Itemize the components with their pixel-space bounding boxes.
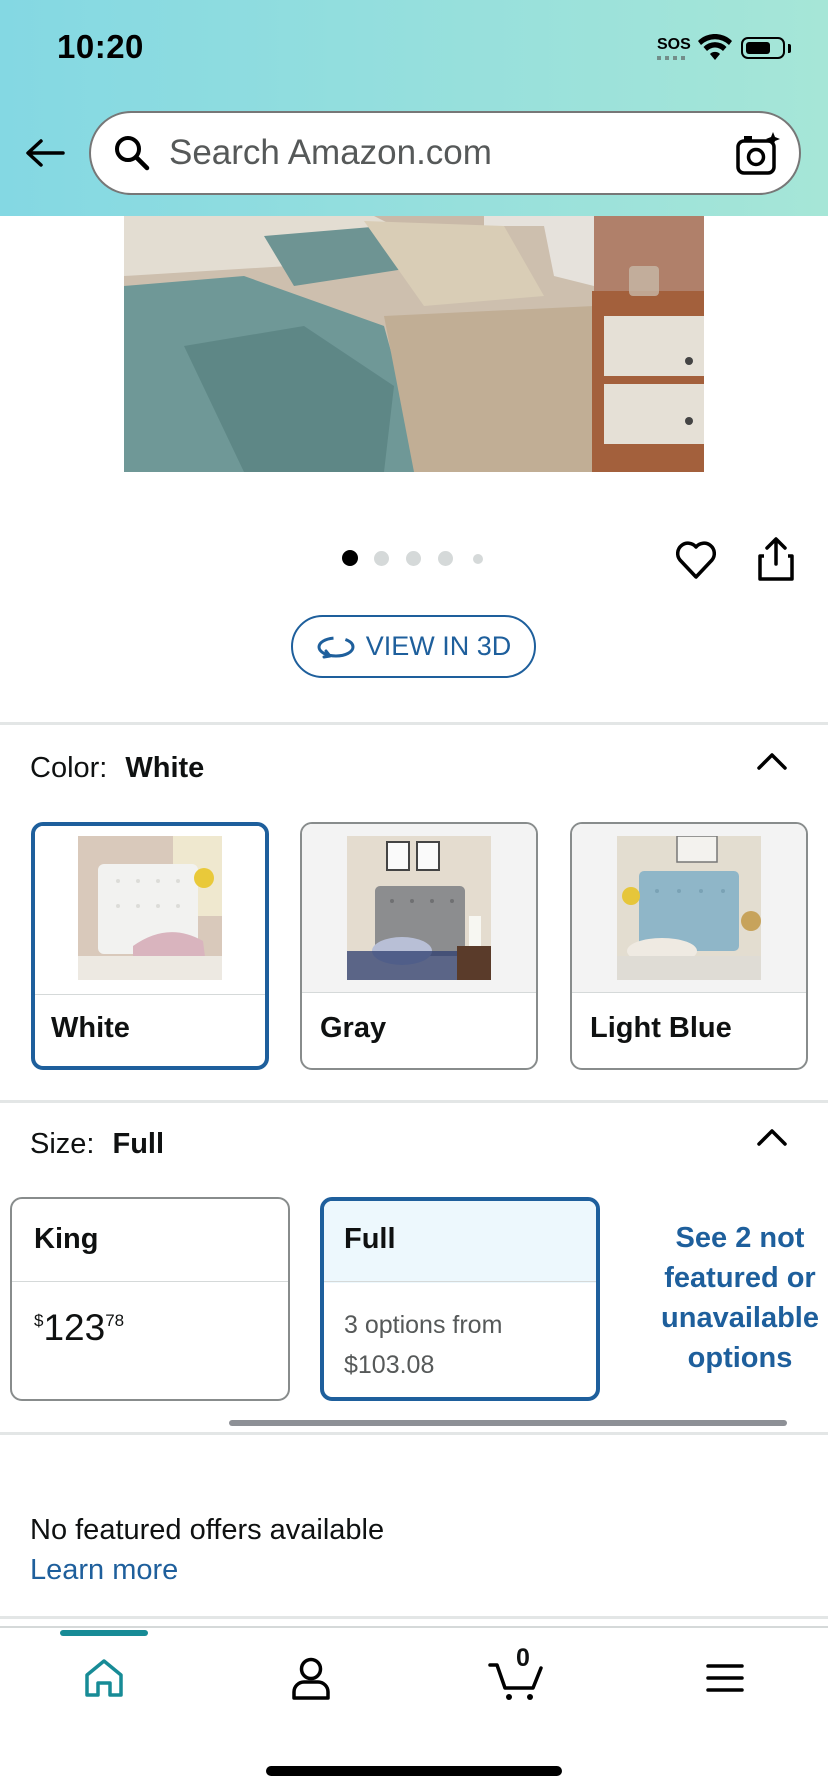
chevron-up-icon[interactable] xyxy=(755,1126,789,1148)
gallery-dot[interactable] xyxy=(473,554,483,564)
battery-tip xyxy=(788,44,791,53)
search-icon xyxy=(115,136,150,171)
section-divider xyxy=(0,1616,828,1619)
nav-home[interactable] xyxy=(74,1650,134,1706)
selected-size: Full xyxy=(112,1128,165,1160)
gallery-dot-active[interactable] xyxy=(342,550,358,566)
chevron-up-icon[interactable] xyxy=(755,750,789,772)
rotate-3d-icon xyxy=(317,636,355,658)
battery-icon xyxy=(741,37,785,59)
view-in-3d-label: VIEW IN 3D xyxy=(365,631,512,661)
signal-dots-icon xyxy=(657,56,689,60)
color-option-label: Light Blue xyxy=(590,1012,732,1044)
learn-more-link[interactable]: Learn more xyxy=(30,1554,178,1587)
search-input[interactable] xyxy=(167,132,711,174)
size-option-king[interactable]: King $12378 xyxy=(10,1197,290,1401)
size-option-name: Full xyxy=(344,1223,396,1255)
size-option-price: $12378 xyxy=(34,1307,125,1348)
app-header: 10:20 SOS xyxy=(0,0,828,216)
size-option-name: King xyxy=(34,1223,99,1255)
camera-search-icon[interactable] xyxy=(735,131,781,177)
product-image[interactable] xyxy=(124,216,704,472)
status-time: 10:20 xyxy=(57,28,144,65)
horizontal-scrollbar[interactable] xyxy=(229,1420,787,1426)
gallery-dot[interactable] xyxy=(406,551,421,566)
see-unavailable-options-link[interactable]: See 2 not featured or unavailable option… xyxy=(648,1218,828,1378)
size-label: Size: Full xyxy=(30,1128,165,1160)
heart-icon[interactable] xyxy=(674,538,718,582)
size-option-offers: 3 options from $103.08 xyxy=(344,1311,503,1379)
account-icon xyxy=(292,1657,330,1700)
home-indicator xyxy=(266,1766,562,1776)
menu-icon xyxy=(706,1664,744,1692)
gallery-dot[interactable] xyxy=(374,551,389,566)
color-option-label: White xyxy=(51,1012,130,1044)
no-offers-message: No featured offers available xyxy=(30,1514,385,1546)
back-button[interactable] xyxy=(24,133,66,173)
share-icon[interactable] xyxy=(756,536,796,582)
white-headboard-thumbnail xyxy=(78,836,222,980)
cart-count-badge: 0 xyxy=(516,1644,530,1672)
gray-headboard-thumbnail xyxy=(347,836,491,980)
selected-color: White xyxy=(125,752,205,784)
color-option-white[interactable]: White xyxy=(31,822,269,1070)
arrow-left-icon xyxy=(26,139,65,167)
light-blue-headboard-thumbnail xyxy=(617,836,761,980)
color-option-gray[interactable]: Gray xyxy=(300,822,538,1070)
nav-account[interactable] xyxy=(281,1650,341,1706)
search-bar[interactable] xyxy=(89,111,801,195)
nav-menu[interactable] xyxy=(695,1650,755,1706)
view-in-3d-button[interactable]: VIEW IN 3D xyxy=(291,615,536,678)
section-divider xyxy=(0,1432,828,1435)
color-option-light-blue[interactable]: Light Blue xyxy=(570,822,808,1070)
wifi-icon xyxy=(698,34,732,60)
active-tab-indicator xyxy=(60,1630,148,1636)
color-option-label: Gray xyxy=(320,1012,387,1044)
sos-indicator: SOS xyxy=(657,36,691,53)
size-option-full[interactable]: Full 3 options from $103.08 xyxy=(320,1197,600,1401)
gallery-dot[interactable] xyxy=(438,551,453,566)
color-label: Color: White xyxy=(30,752,205,784)
section-divider xyxy=(0,722,828,725)
section-divider xyxy=(0,1100,828,1103)
home-icon xyxy=(85,1659,123,1697)
